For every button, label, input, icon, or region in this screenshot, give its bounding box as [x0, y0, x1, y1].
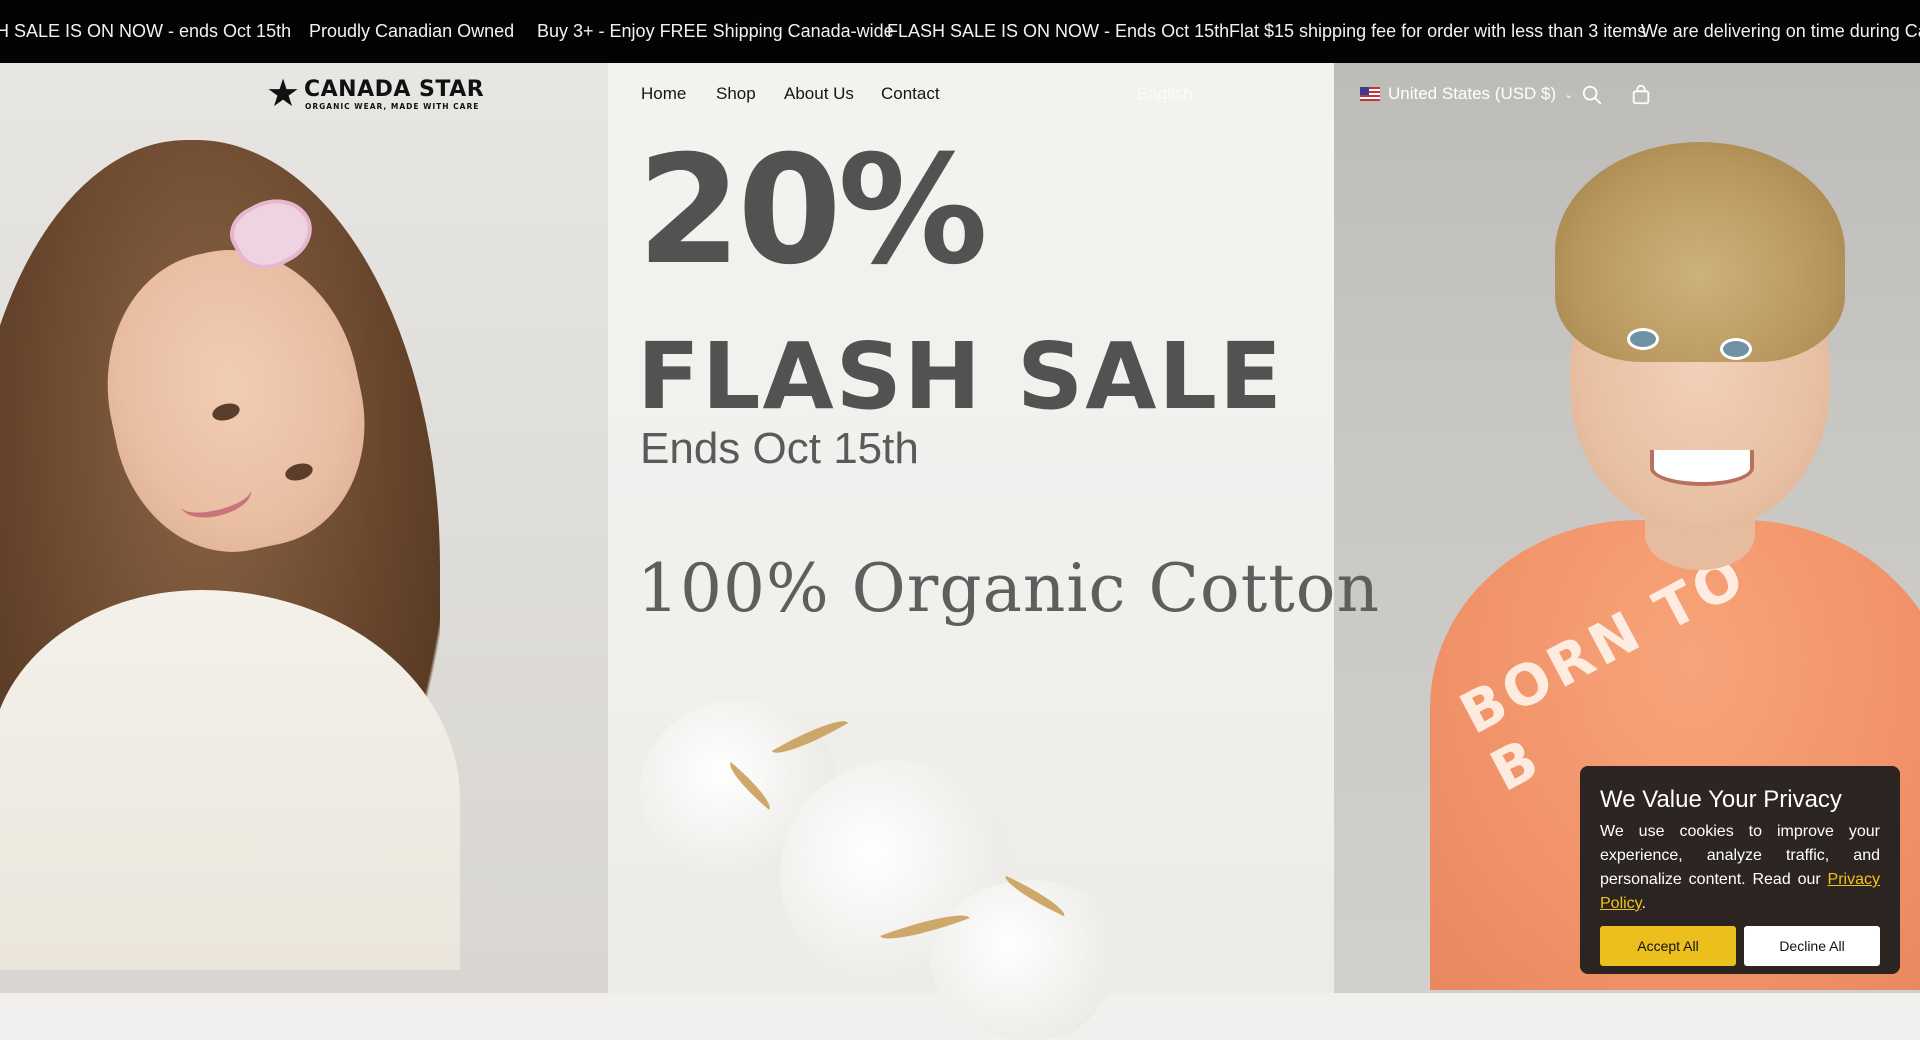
- cookie-banner: We Value Your Privacy We use cookies to …: [1580, 766, 1900, 974]
- logo-name: CANADA STAR: [304, 77, 485, 102]
- logo-tagline: ORGANIC WEAR, MADE WITH CARE: [305, 102, 480, 111]
- nav-shop[interactable]: Shop: [716, 84, 756, 104]
- search-icon[interactable]: [1581, 84, 1603, 106]
- announcement-item: Buy 3+ - Enjoy FREE Shipping Canada-wide: [537, 21, 894, 41]
- cookie-actions: Accept All Decline All: [1600, 926, 1880, 966]
- star-icon: ★: [266, 73, 301, 115]
- announcement-item: Proudly Canadian Owned: [309, 21, 515, 41]
- cookie-period: .: [1641, 895, 1646, 912]
- cart-icon[interactable]: [1630, 84, 1652, 106]
- us-flag-icon: [1360, 87, 1380, 101]
- announcement-item: FLASH SALE IS ON NOW - Ends Oct 15th: [887, 21, 1230, 41]
- cookie-title: We Value Your Privacy: [1600, 786, 1842, 813]
- decline-all-button[interactable]: Decline All: [1744, 926, 1880, 966]
- boy-eye: [1720, 338, 1752, 360]
- accept-all-button[interactable]: Accept All: [1600, 926, 1736, 966]
- cookie-text: We use cookies to improve your experienc…: [1600, 820, 1880, 916]
- boy-hair: [1555, 142, 1845, 362]
- country-label: United States (USD $): [1388, 84, 1557, 103]
- cotton-boll: [930, 880, 1130, 1040]
- nav-home[interactable]: Home: [641, 84, 686, 104]
- hero-tagline: 100% Organic Cotton: [637, 550, 1381, 627]
- logo[interactable]: ★ CANADA STAR ORGANIC WEAR, MADE WITH CA…: [266, 73, 484, 115]
- announcement-item: H SALE IS ON NOW - ends Oct 15th: [0, 21, 292, 41]
- announcement-bar: H SALE IS ON NOW - ends Oct 15th Proudly…: [0, 0, 1920, 63]
- language-selector[interactable]: English: [1137, 84, 1193, 104]
- hero-discount: 20%: [637, 124, 988, 298]
- announcement-item: Flat $15 shipping fee for order with les…: [1229, 21, 1647, 41]
- nav-about[interactable]: About Us: [784, 84, 854, 104]
- chevron-down-icon: ⌄: [1564, 88, 1574, 101]
- boy-smile: [1650, 450, 1754, 486]
- boy-eye: [1627, 328, 1659, 350]
- country-selector[interactable]: United States (USD $) ⌄: [1360, 82, 1573, 106]
- hero-headline: FLASH SALE: [637, 323, 1284, 430]
- nav-contact[interactable]: Contact: [881, 84, 940, 104]
- announcement-item: We are delivering on time during Canada: [1641, 21, 1920, 41]
- hero-subline: Ends Oct 15th: [640, 424, 919, 473]
